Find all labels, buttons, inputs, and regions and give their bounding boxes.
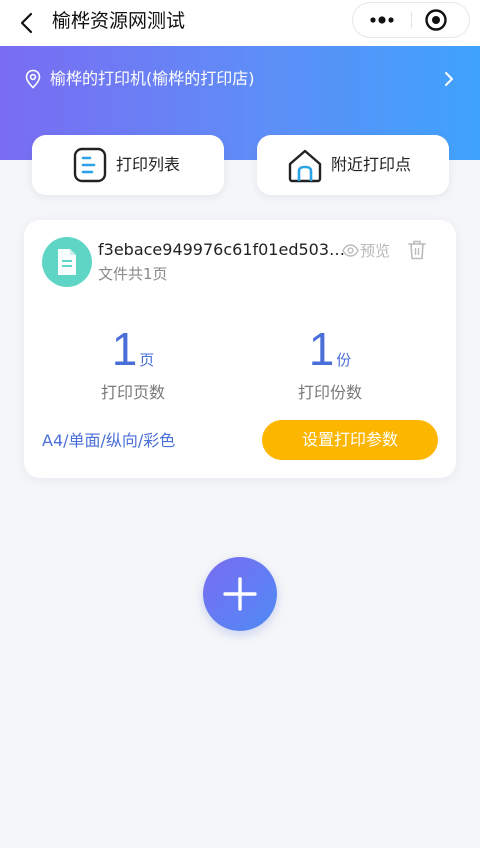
mini-program-capsule (352, 2, 470, 38)
plus-icon (223, 577, 257, 611)
preview-label: 预览 (360, 242, 391, 260)
print-copies-caption: 打印份数 (297, 383, 362, 402)
file-name: f3ebace949976c61f01ed503… (98, 240, 346, 259)
print-list-button[interactable]: 打印列表 (32, 135, 224, 195)
printer-selector[interactable]: 榆桦的打印机(榆桦的打印店) (24, 66, 456, 92)
more-dots-icon (370, 16, 394, 24)
close-mini-program-button[interactable] (412, 3, 470, 37)
location-pin-icon (25, 69, 41, 89)
preview-button[interactable]: 预览 (342, 240, 396, 262)
set-print-params-button[interactable]: 设置打印参数 (262, 420, 438, 460)
nearby-print-points-label: 附近打印点 (331, 155, 412, 174)
add-file-button[interactable] (203, 557, 277, 631)
file-card: f3ebace949976c61f01ed503… 文件共1页 预览 1页 打印… (24, 220, 456, 478)
print-copies-stat: 1份 打印份数 (270, 324, 390, 404)
chevron-left-icon (20, 12, 33, 34)
print-spec-text: A4/单面/纵向/彩色 (42, 431, 176, 450)
file-page-count: 文件共1页 (98, 265, 168, 283)
trash-icon (408, 240, 426, 260)
print-list-label: 打印列表 (116, 155, 181, 174)
back-button[interactable] (12, 7, 44, 39)
chevron-right-icon (445, 72, 453, 86)
print-copies-unit: 份 (336, 351, 352, 369)
print-pages-value: 1 (111, 323, 138, 375)
page-title: 榆桦资源网测试 (52, 10, 186, 32)
print-copies-value: 1 (308, 323, 335, 375)
print-pages-caption: 打印页数 (100, 383, 165, 402)
navigation-bar: 榆桦资源网测试 (0, 0, 480, 46)
eye-icon (342, 244, 359, 257)
print-pages-unit: 页 (139, 351, 155, 369)
target-icon (425, 9, 447, 31)
file-icon (42, 237, 92, 287)
house-icon (288, 149, 322, 183)
print-pages-stat: 1页 打印页数 (73, 324, 193, 404)
more-button[interactable] (353, 3, 411, 37)
delete-button[interactable] (408, 240, 426, 260)
document-list-icon (73, 147, 107, 183)
printer-name: 榆桦的打印机(榆桦的打印店) (50, 69, 255, 88)
nearby-print-points-button[interactable]: 附近打印点 (257, 135, 449, 195)
